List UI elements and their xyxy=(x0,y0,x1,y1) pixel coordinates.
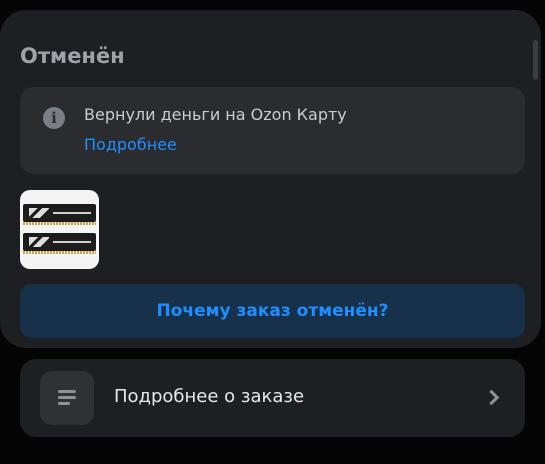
more-info-link[interactable]: Подробнее xyxy=(84,135,177,154)
page: Отменён i Вернули деньги на Ozon Карту П… xyxy=(0,0,545,464)
order-status-title: Отменён xyxy=(20,44,125,68)
refund-info-text: Вернули деньги на Ozon Карту xyxy=(84,105,347,124)
order-status-card: Отменён i Вернули деньги на Ozon Карту П… xyxy=(0,10,541,348)
why-cancelled-button[interactable]: Почему заказ отменён? xyxy=(20,284,525,338)
refund-info-box: i Вернули деньги на Ozon Карту Подробнее xyxy=(20,87,525,174)
order-details-label: Подробнее о заказе xyxy=(114,386,305,407)
ram-pins-decor xyxy=(23,222,96,225)
scrollbar[interactable] xyxy=(533,40,538,80)
list-icon xyxy=(40,371,94,425)
ram-pins-decor xyxy=(23,251,96,254)
product-thumbnail[interactable] xyxy=(20,190,99,269)
chevron-right-icon xyxy=(483,389,500,406)
order-details-row[interactable]: Подробнее о заказе xyxy=(20,359,525,437)
ram-module-image xyxy=(23,233,96,251)
ram-module-image xyxy=(23,204,96,222)
info-icon: i xyxy=(43,107,65,129)
